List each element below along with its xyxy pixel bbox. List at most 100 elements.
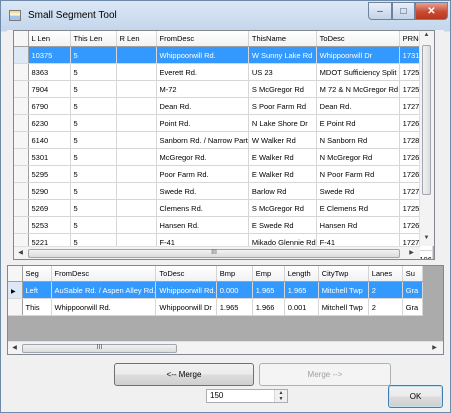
table-cell[interactable]: E Walker Rd [248, 165, 317, 183]
table-cell[interactable]: 6790 [28, 97, 71, 115]
table-cell[interactable]: W Sunny Lake Rd [248, 46, 317, 64]
table-cell[interactable]: Point Rd. [156, 114, 249, 132]
segments-vertical-scrollbar[interactable]: ▲ ▼ [419, 31, 434, 246]
table-cell[interactable] [116, 80, 157, 98]
maximize-button[interactable]: □ [392, 2, 415, 20]
table-cell[interactable] [116, 114, 157, 132]
table-cell[interactable]: Poor Farm Rd. [156, 165, 249, 183]
table-cell[interactable]: Dean Rd. [316, 97, 400, 115]
table-row[interactable]: 5269 5 Clemens Rd. S McGregor Rd E Clemens R… [14, 199, 433, 217]
table-cell[interactable]: 5290 [28, 182, 71, 200]
table-cell[interactable]: McGregor Rd. [156, 148, 249, 166]
table-cell[interactable]: 5 [70, 97, 117, 115]
row-header-cell[interactable] [14, 199, 29, 217]
table-cell[interactable] [116, 216, 157, 234]
table-cell[interactable]: E Clemens Rd [316, 199, 400, 217]
segments-horizontal-scrollbar[interactable]: ◀ III ▶ [14, 246, 420, 259]
table-cell[interactable]: Clemens Rd. [156, 199, 249, 217]
spinner-value[interactable]: 150 [210, 391, 223, 400]
scroll-right-arrow-icon[interactable]: ▶ [428, 344, 441, 351]
merge-preview-grid[interactable]: Seg FromDesc ToDesc Bmp Emp Length CityTwp Lane… [7, 265, 444, 355]
table-cell[interactable] [116, 165, 157, 183]
column-header[interactable]: Length [284, 266, 319, 282]
table-cell[interactable] [116, 97, 157, 115]
table-cell[interactable]: 5 [70, 199, 117, 217]
table-cell[interactable] [116, 46, 157, 64]
table-row[interactable]: 5253 5 Hansen Rd. E Swede Rd Hansen Rd 172620… [14, 216, 433, 234]
table-cell[interactable]: M-72 [156, 80, 249, 98]
merge-preview-hscroll-thumb[interactable]: III [22, 344, 177, 353]
table-cell[interactable]: 5269 [28, 199, 71, 217]
table-cell[interactable]: 5 [70, 148, 117, 166]
table-cell[interactable]: 10375 [28, 46, 71, 64]
column-header[interactable]: ToDesc [155, 266, 217, 282]
column-header[interactable]: R Len [116, 31, 157, 47]
table-cell[interactable]: AuSable Rd. / Aspen Alley Rd. [51, 281, 157, 299]
table-cell[interactable]: N McGregor Rd [316, 148, 400, 166]
table-row[interactable]: 10375 5 Whippoorwill Rd. W Sunny Lake Rd Whi… [14, 46, 433, 64]
table-cell[interactable]: 1.966 [252, 298, 285, 316]
table-cell[interactable]: Left [22, 281, 52, 299]
row-header-cell[interactable] [14, 114, 29, 132]
table-cell[interactable]: Whippoorwill Rd. [51, 298, 157, 316]
table-cell[interactable]: Everett Rd. [156, 63, 249, 81]
table-cell[interactable]: Whippoorwill Dr [316, 46, 400, 64]
table-cell[interactable]: 5 [70, 46, 117, 64]
row-header-cell[interactable] [14, 148, 29, 166]
table-cell[interactable]: Mitchell Twp [318, 281, 369, 299]
segments-vscroll-thumb[interactable] [422, 45, 431, 195]
spinner-buttons[interactable]: ▲ ▼ [274, 390, 287, 402]
minimize-button[interactable]: ‒ [368, 2, 392, 20]
table-cell[interactable]: N Poor Farm Rd [316, 165, 400, 183]
table-cell[interactable]: 1.965 [284, 281, 319, 299]
table-cell[interactable] [116, 199, 157, 217]
table-cell[interactable]: 5 [70, 131, 117, 149]
table-cell[interactable]: 0.000 [216, 281, 253, 299]
table-cell[interactable]: 5 [70, 80, 117, 98]
scroll-down-arrow-icon[interactable]: ▼ [420, 235, 433, 241]
row-header-cell[interactable] [14, 63, 29, 81]
table-row[interactable]: 6140 5 Sanborn Rd. / Narrow Part W Walker R… [14, 131, 433, 149]
table-cell[interactable]: S McGregor Rd [248, 199, 317, 217]
table-cell[interactable]: 8363 [28, 63, 71, 81]
table-row[interactable]: 5301 5 McGregor Rd. E Walker Rd N McGregor R… [14, 148, 433, 166]
table-cell[interactable]: 6230 [28, 114, 71, 132]
table-cell[interactable]: Hansen Rd. [156, 216, 249, 234]
table-cell[interactable]: S Poor Farm Rd [248, 97, 317, 115]
column-header[interactable]: This Len [70, 31, 117, 47]
table-cell[interactable]: 1.965 [216, 298, 253, 316]
table-cell[interactable]: Swede Rd. [156, 182, 249, 200]
column-header[interactable]: CityTwp [318, 266, 369, 282]
table-cell[interactable]: Whippoorwill Rd. [156, 46, 249, 64]
table-cell[interactable]: 6140 [28, 131, 71, 149]
table-cell[interactable]: Dean Rd. [156, 97, 249, 115]
row-header-cell[interactable] [14, 131, 29, 149]
table-cell[interactable]: Gra [402, 298, 423, 316]
ok-button[interactable]: OK [388, 385, 443, 408]
table-row[interactable]: 8363 5 Everett Rd. US 23 MDOT Sufficiency Sp… [14, 63, 433, 81]
spin-down-icon[interactable]: ▼ [275, 396, 287, 402]
column-header[interactable]: Bmp [216, 266, 253, 282]
table-cell[interactable]: Whippoorwill Rd. [155, 281, 217, 299]
table-cell[interactable]: 5295 [28, 165, 71, 183]
column-header[interactable]: Lanes [368, 266, 403, 282]
table-cell[interactable]: 5 [70, 165, 117, 183]
table-cell[interactable]: 2 [368, 298, 403, 316]
table-cell[interactable]: E Walker Rd [248, 148, 317, 166]
column-header[interactable]: Seg [22, 266, 52, 282]
table-row[interactable]: 5295 5 Poor Farm Rd. E Walker Rd N Poor Farm… [14, 165, 433, 183]
row-header-cell[interactable] [14, 182, 29, 200]
scroll-left-arrow-icon[interactable]: ◀ [14, 249, 27, 256]
table-cell[interactable]: US 23 [248, 63, 317, 81]
table-cell[interactable]: 5 [70, 114, 117, 132]
row-header-cell[interactable] [8, 298, 23, 316]
table-cell[interactable]: 2 [368, 281, 403, 299]
segments-hscroll-thumb[interactable]: III [28, 249, 400, 258]
column-header[interactable]: FromDesc [156, 31, 249, 47]
table-row[interactable]: 7904 5 M-72 S McGregor Rd M 72 & N McGregor … [14, 80, 433, 98]
table-cell[interactable]: This [22, 298, 52, 316]
table-cell[interactable]: N Lake Shore Dr [248, 114, 317, 132]
table-cell[interactable]: S McGregor Rd [248, 80, 317, 98]
row-header-cell[interactable] [14, 46, 29, 64]
table-cell[interactable]: E Point Rd [316, 114, 400, 132]
